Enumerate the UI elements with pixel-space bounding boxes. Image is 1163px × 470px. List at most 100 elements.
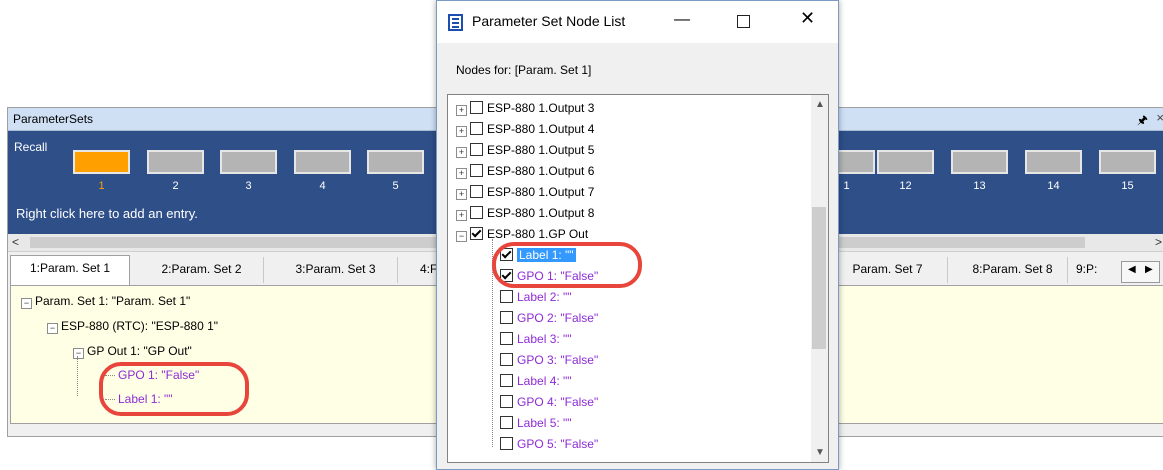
slot-number: 2 — [172, 180, 179, 192]
node-label: ESP-880 1.Output 8 — [487, 206, 595, 220]
collapse-icon[interactable]: − — [47, 323, 58, 334]
highlight-ring — [492, 242, 642, 288]
list-icon — [448, 14, 463, 31]
list-item[interactable]: + ESP-880 1.Output 6 — [456, 161, 594, 181]
list-item[interactable]: + ESP-880 1.Output 5 — [456, 140, 594, 160]
checkbox[interactable] — [470, 185, 483, 198]
slot-number: 15 — [1121, 180, 1134, 192]
dialog-title: Parameter Set Node List — [472, 13, 626, 29]
recall-slot-13[interactable] — [951, 150, 1008, 174]
expand-icon[interactable]: + — [456, 168, 467, 179]
recall-slot-5[interactable] — [367, 150, 424, 174]
list-item[interactable]: GPO 2: "False" — [500, 308, 598, 328]
collapse-icon[interactable]: − — [73, 348, 84, 359]
recall-slot-14[interactable] — [1025, 150, 1082, 174]
list-item[interactable]: GPO 5: "False" — [500, 434, 598, 454]
scroll-right-icon[interactable]: > — [1155, 235, 1162, 249]
node-list-dialog: Parameter Set Node List — ✕ Nodes for: [… — [436, 0, 839, 470]
tree-node-device[interactable]: − ESP-880 (RTC): "ESP-880 1" — [47, 319, 218, 334]
list-item[interactable]: Label 5: "" — [500, 413, 572, 433]
checkbox[interactable] — [470, 143, 483, 156]
tab-param-set-7[interactable]: Param. Set 7 — [828, 257, 948, 283]
recall-slot-4[interactable] — [294, 150, 351, 174]
vertical-scrollbar[interactable]: ▲ ▼ — [811, 95, 828, 462]
close-icon[interactable]: ✕ — [800, 8, 815, 29]
slot-number: 5 — [392, 180, 399, 192]
checkbox[interactable] — [500, 374, 513, 387]
checkbox[interactable] — [500, 332, 513, 345]
list-item[interactable]: + ESP-880 1.Output 8 — [456, 203, 594, 223]
expand-icon[interactable]: + — [456, 189, 467, 200]
collapse-icon[interactable]: − — [21, 298, 32, 309]
tab-param-set-1[interactable]: 1:Param. Set 1 — [10, 255, 130, 285]
list-item[interactable]: + ESP-880 1.Output 4 — [456, 119, 594, 139]
checkbox-checked[interactable] — [470, 227, 483, 240]
checkbox[interactable] — [500, 311, 513, 324]
tab-param-set-2[interactable]: 2:Param. Set 2 — [140, 257, 264, 283]
checkbox[interactable] — [470, 164, 483, 177]
checkbox[interactable] — [470, 122, 483, 135]
list-item[interactable]: Label 2: "" — [500, 287, 572, 307]
checkbox[interactable] — [500, 416, 513, 429]
expand-icon[interactable]: + — [456, 210, 467, 221]
scroll-up-icon[interactable]: ▲ — [815, 99, 825, 110]
tree-line — [77, 356, 78, 396]
node-label: ESP-880 1.Output 4 — [487, 122, 595, 136]
tab-param-set-8[interactable]: 8:Param. Set 8 — [958, 257, 1068, 283]
slot-number: 4 — [319, 180, 326, 192]
checkbox[interactable] — [500, 437, 513, 450]
minimize-icon[interactable]: — — [674, 11, 690, 29]
list-item[interactable]: Label 4: "" — [500, 371, 572, 391]
checkbox[interactable] — [500, 290, 513, 303]
checkbox[interactable] — [470, 101, 483, 114]
expand-icon[interactable]: + — [456, 126, 467, 137]
slot-number: 13 — [973, 180, 986, 192]
tree-node-root[interactable]: − Param. Set 1: "Param. Set 1" — [21, 294, 190, 309]
tab-param-set-9[interactable]: 9:P: — [1076, 257, 1120, 283]
node-label: GPO 3: "False" — [517, 353, 599, 367]
highlight-ring — [99, 362, 249, 416]
tab-scroll-buttons[interactable]: ◀ ▶ — [1121, 261, 1160, 283]
checkbox[interactable] — [470, 206, 483, 219]
tree-node-group[interactable]: − GP Out 1: "GP Out" — [73, 344, 192, 359]
checkbox[interactable] — [500, 395, 513, 408]
recall-slot-3[interactable] — [220, 150, 277, 174]
recall-slot-15[interactable] — [1099, 150, 1156, 174]
node-label: GPO 4: "False" — [517, 395, 599, 409]
node-label: ESP-880 1.Output 5 — [487, 143, 595, 157]
node-label: ESP-880 1.Output 3 — [487, 101, 595, 115]
list-item[interactable]: GPO 4: "False" — [500, 392, 598, 412]
dialog-title-bar: Parameter Set Node List — ✕ — [437, 1, 838, 43]
tab-param-set-4[interactable]: 4:F — [408, 257, 438, 283]
node-label: ESP-880 1.GP Out — [487, 227, 589, 241]
recall-slot-1[interactable] — [73, 150, 130, 174]
slot-number: 3 — [245, 180, 252, 192]
add-entry-hint[interactable]: Right click here to add an entry. — [16, 206, 198, 221]
node-label: Label 4: "" — [517, 374, 572, 388]
node-tree-list[interactable]: + ESP-880 1.Output 3 + ESP-880 1.Output 4 … — [447, 94, 829, 463]
checkbox[interactable] — [500, 353, 513, 366]
recall-slot-12[interactable] — [877, 150, 934, 174]
recall-slot-2[interactable] — [147, 150, 204, 174]
pin-icon[interactable]: 🖈 — [1137, 111, 1148, 132]
expand-icon[interactable]: + — [456, 147, 467, 158]
slot-number: 1 — [98, 180, 105, 192]
list-item[interactable]: + ESP-880 1.Output 7 — [456, 182, 594, 202]
list-item[interactable]: Label 3: "" — [500, 329, 572, 349]
tab-param-set-3[interactable]: 3:Param. Set 3 — [274, 257, 398, 283]
tab-left-arrow-icon[interactable]: ◀ — [1128, 264, 1136, 275]
recall-label: Recall — [14, 140, 48, 154]
scroll-thumb[interactable] — [812, 207, 826, 349]
list-item[interactable]: GPO 3: "False" — [500, 350, 598, 370]
scroll-left-icon[interactable]: < — [12, 235, 19, 249]
node-label: Label 5: "" — [517, 416, 572, 430]
tab-right-arrow-icon[interactable]: ▶ — [1145, 264, 1153, 275]
collapse-icon[interactable]: − — [456, 231, 467, 242]
maximize-icon[interactable] — [737, 15, 750, 28]
node-label: GPO 5: "False" — [517, 437, 599, 451]
scroll-down-icon[interactable]: ▼ — [815, 447, 825, 458]
expand-icon[interactable]: + — [456, 105, 467, 116]
list-item[interactable]: − ESP-880 1.GP Out — [456, 224, 588, 244]
close-icon[interactable]: × — [1156, 110, 1163, 125]
list-item[interactable]: + ESP-880 1.Output 3 — [456, 98, 594, 118]
